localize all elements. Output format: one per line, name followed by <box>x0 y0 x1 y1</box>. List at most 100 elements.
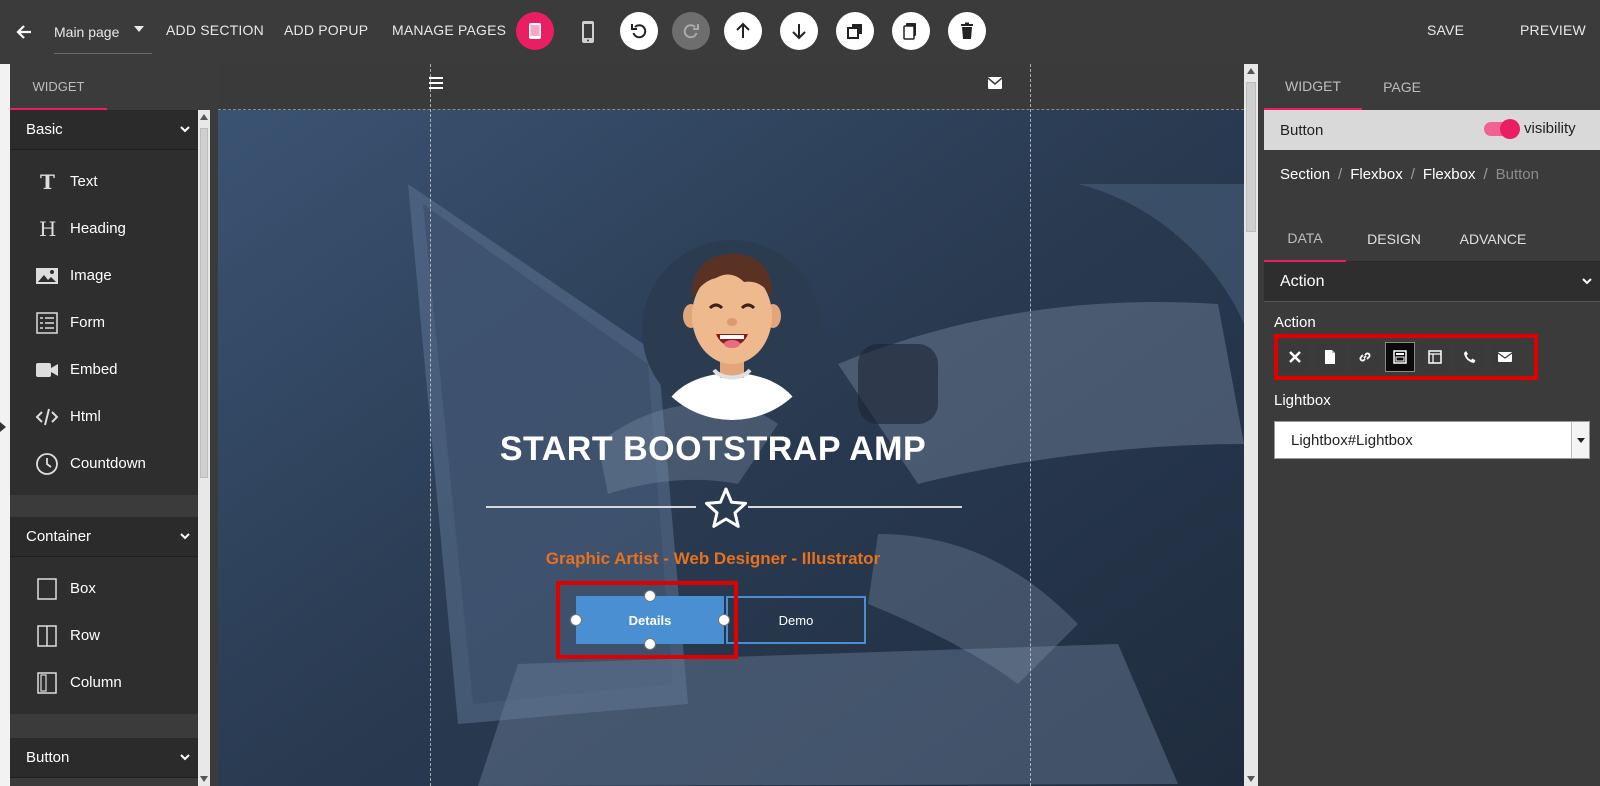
tab-advance[interactable]: ADVANCE <box>1442 216 1544 262</box>
scroll-up-arrow-icon[interactable] <box>200 114 208 120</box>
duplicate-button[interactable] <box>836 12 874 50</box>
group-title: Basic <box>26 121 63 138</box>
action-link-button[interactable] <box>1350 342 1380 372</box>
widget-label: Column <box>70 674 122 691</box>
code-icon <box>34 404 60 430</box>
add-section-button[interactable]: ADD SECTION <box>166 22 264 38</box>
widget-row[interactable]: Row <box>10 612 198 659</box>
divider-line-left <box>486 506 696 508</box>
group-basic-header[interactable]: Basic <box>10 110 198 150</box>
column-icon <box>34 670 60 696</box>
scroll-up-arrow-icon[interactable] <box>1247 68 1255 74</box>
group-button-header[interactable]: Button <box>10 738 198 778</box>
collapse-arrow-icon[interactable] <box>0 422 6 432</box>
widget-image[interactable]: Image <box>10 252 198 299</box>
widget-label: Embed <box>70 361 118 378</box>
move-down-button[interactable] <box>780 12 818 50</box>
envelope-icon <box>1498 352 1512 362</box>
chevron-down-icon <box>1582 278 1592 285</box>
back-arrow-icon[interactable] <box>14 22 34 42</box>
breadcrumb-item[interactable]: Section <box>1280 166 1330 183</box>
demo-button[interactable]: Demo <box>726 596 866 644</box>
page-select[interactable]: Main page <box>54 14 152 54</box>
hero-subtitle[interactable]: Graphic Artist - Web Designer - Illustra… <box>468 549 958 569</box>
tab-widget[interactable]: WIDGET <box>10 64 107 110</box>
action-popup-button[interactable] <box>1420 342 1450 372</box>
close-icon <box>1289 351 1301 363</box>
action-page-button[interactable] <box>1315 342 1345 372</box>
widget-heading[interactable]: H Heading <box>10 205 198 252</box>
hero-title[interactable]: START BOOTSTRAP AMP <box>468 430 958 469</box>
resize-handle-bottom[interactable] <box>644 638 656 650</box>
widget-embed[interactable]: Embed <box>10 346 198 393</box>
scrollbar-thumb[interactable] <box>200 128 208 478</box>
properties-panel: WIDGET PAGE Button visibility Section / Fl… <box>1264 64 1600 786</box>
tab-data[interactable]: DATA <box>1264 216 1346 262</box>
delete-button[interactable] <box>948 12 986 50</box>
preview-button[interactable]: PREVIEW <box>1520 22 1586 38</box>
widget-box[interactable]: Box <box>10 565 198 612</box>
group-container-header[interactable]: Container <box>10 517 198 557</box>
move-up-button[interactable] <box>724 12 762 50</box>
tab-page[interactable]: PAGE <box>1362 64 1442 110</box>
guide-line-right <box>1030 64 1031 786</box>
action-lightbox-button[interactable] <box>1385 342 1415 372</box>
chevron-down-icon <box>180 533 190 540</box>
redo-button[interactable] <box>672 12 710 50</box>
undo-button[interactable] <box>620 12 658 50</box>
action-accordion-header[interactable]: Action <box>1264 262 1600 302</box>
widget-countdown[interactable]: Countdown <box>10 440 198 487</box>
top-toolbar: Main page ADD SECTION ADD POPUP MANAGE P… <box>0 0 1600 64</box>
heading-icon: H <box>34 216 60 242</box>
document-icon <box>1325 350 1335 364</box>
scroll-down-arrow-icon[interactable] <box>200 776 208 782</box>
action-phone-button[interactable] <box>1455 342 1485 372</box>
widget-list: Basic T Text H Heading Image Form Embed … <box>10 110 198 778</box>
breadcrumb: Section / Flexbox / Flexbox / Button <box>1280 166 1539 183</box>
copy-icon <box>903 23 916 40</box>
canvas-scrollbar[interactable] <box>1244 64 1258 786</box>
lightbox-select[interactable]: Lightbox#Lightbox <box>1274 421 1590 459</box>
tab-design[interactable]: DESIGN <box>1346 216 1442 262</box>
widget-text[interactable]: T Text <box>10 158 198 205</box>
action-email-button[interactable] <box>1490 342 1520 372</box>
scrollbar-thumb[interactable] <box>1246 82 1256 232</box>
editor-canvas[interactable]: START BOOTSTRAP AMP Graphic Artist - Web… <box>218 64 1244 786</box>
widget-form[interactable]: Form <box>10 299 198 346</box>
add-popup-button[interactable]: ADD POPUP <box>284 22 368 38</box>
widget-panel-scrollbar[interactable] <box>198 110 210 786</box>
duplicate-icon <box>847 24 862 39</box>
breadcrumb-item[interactable]: Flexbox <box>1350 166 1403 183</box>
breadcrumb-separator: / <box>1410 166 1415 183</box>
envelope-icon[interactable] <box>988 77 1002 89</box>
save-button[interactable]: SAVE <box>1427 22 1464 38</box>
widget-html[interactable]: Html <box>10 393 198 440</box>
scroll-down-arrow-icon[interactable] <box>1247 776 1255 782</box>
phone-icon <box>1464 351 1476 363</box>
group-title: Button <box>26 749 70 766</box>
tablet-view-button[interactable] <box>516 12 554 50</box>
copy-button[interactable] <box>892 12 930 50</box>
breadcrumb-current: Button <box>1495 166 1539 183</box>
select-arrow[interactable] <box>1571 422 1589 458</box>
clock-icon <box>34 451 60 477</box>
manage-pages-button[interactable]: MANAGE PAGES <box>392 22 506 38</box>
property-sub-tabs: DATA DESIGN ADVANCE <box>1264 216 1600 262</box>
tablet-icon <box>529 23 541 39</box>
visibility-toggle[interactable] <box>1484 119 1520 139</box>
widget-column[interactable]: Column <box>10 659 198 706</box>
tab-widget[interactable]: WIDGET <box>1264 64 1362 110</box>
resize-handle-top[interactable] <box>644 590 656 602</box>
resize-handle-right[interactable] <box>718 614 730 626</box>
resize-handle-left[interactable] <box>570 614 582 626</box>
visibility-label: visibility <box>1524 120 1576 137</box>
toggle-knob <box>1500 119 1520 139</box>
chevron-down-icon <box>134 26 144 32</box>
action-none-button[interactable] <box>1280 342 1310 372</box>
mobile-view-button[interactable] <box>578 20 598 44</box>
mobile-icon <box>582 21 594 43</box>
breadcrumb-item[interactable]: Flexbox <box>1423 166 1476 183</box>
divider-line-right <box>748 506 962 508</box>
trash-icon <box>961 22 973 39</box>
arrow-up-icon <box>736 22 750 38</box>
